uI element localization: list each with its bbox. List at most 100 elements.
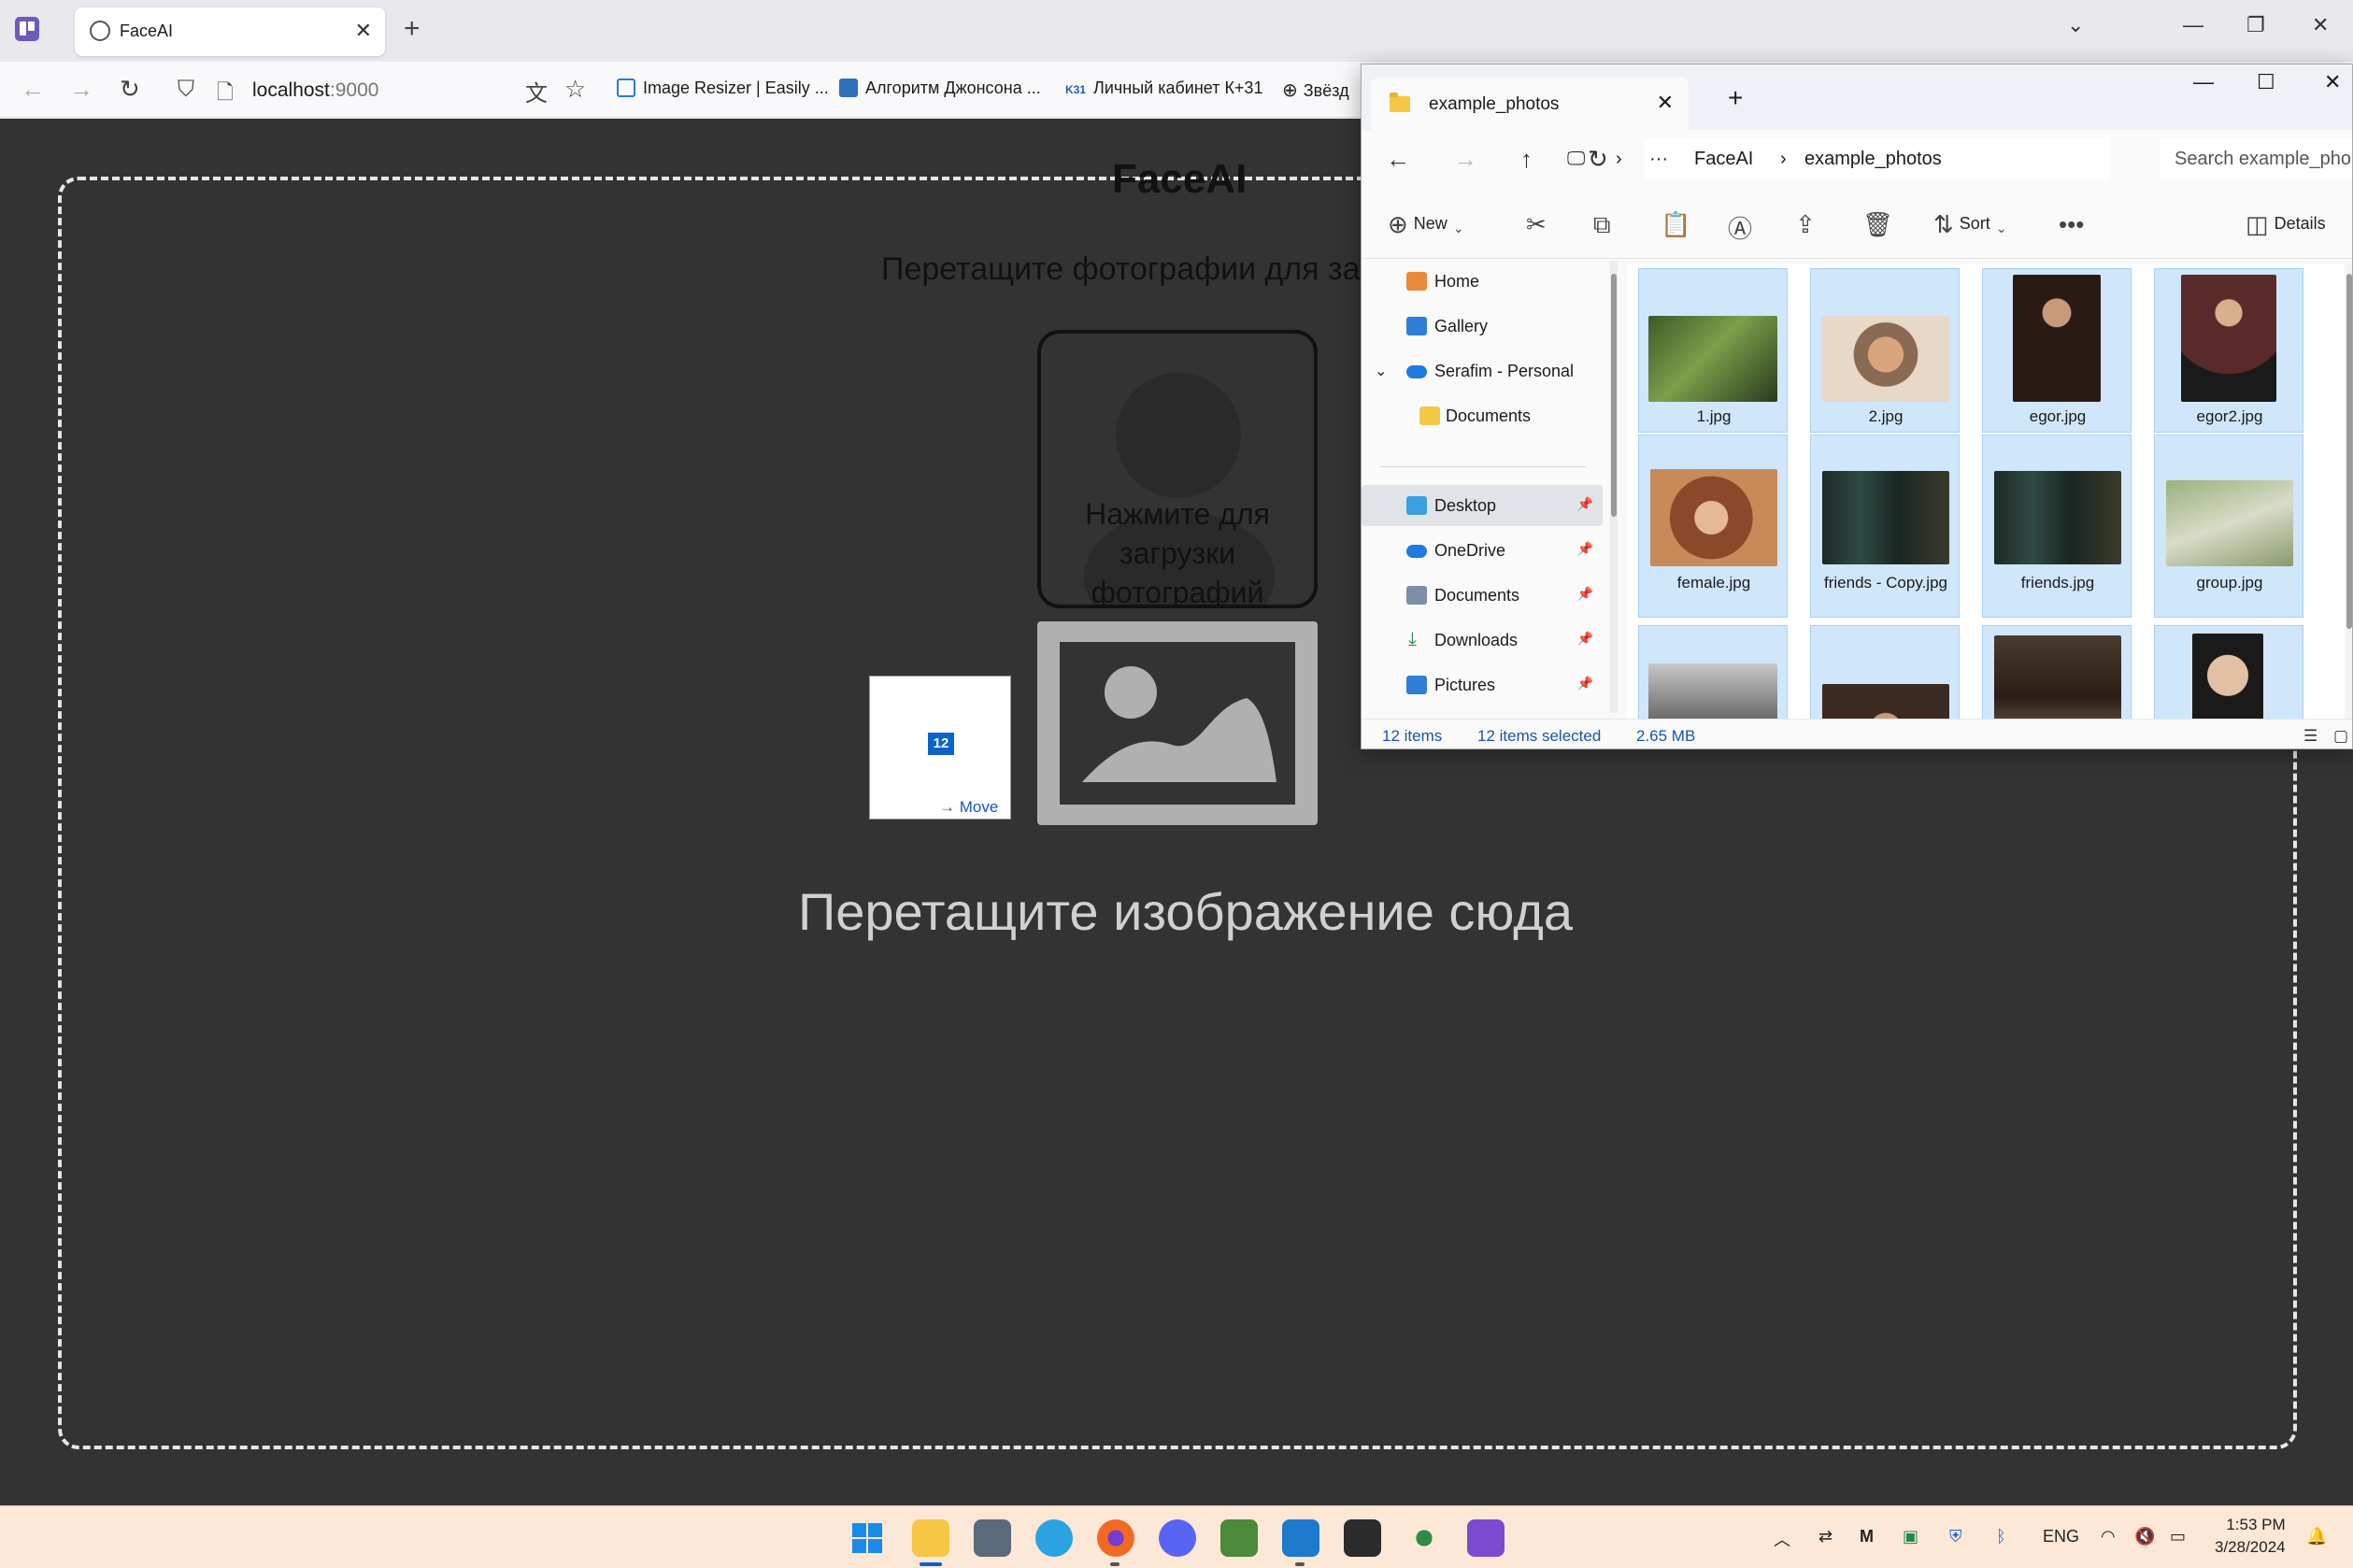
back-icon[interactable]: ← <box>1386 145 1410 174</box>
tray-app-icon[interactable]: ⇄ <box>1818 1527 1832 1547</box>
bookmark-image-resizer[interactable]: Image Resizer | Easily ... <box>617 78 829 98</box>
sidebar-item-documents-personal[interactable]: Documents <box>1362 395 1603 436</box>
file-explorer-window[interactable]: example_photos ✕ + — ☐ ✕ ← → ↑ ↻ 🖵 › ···… <box>1361 64 2353 749</box>
calculator-icon[interactable] <box>974 1519 1011 1557</box>
close-window-icon[interactable]: ✕ <box>2324 70 2341 94</box>
tab-list-chevron-icon[interactable]: ⌄ <box>2067 13 2084 37</box>
breadcrumb-example-photos[interactable]: example_photos <box>1804 149 1942 170</box>
pin-icon[interactable]: 📌 <box>1577 496 1593 512</box>
back-icon[interactable]: ← <box>21 75 45 104</box>
share-icon[interactable]: ⇪ <box>1795 210 1816 239</box>
mongodb-icon[interactable] <box>1405 1519 1443 1557</box>
sidebar-item-desktop[interactable]: Desktop 📌 <box>1362 485 1603 526</box>
bookmark-k31[interactable]: K31 Личный кабинет К+31 <box>1065 78 1262 98</box>
file-tile[interactable]: 1.jpg <box>1638 268 1788 433</box>
file-tile[interactable] <box>1810 625 1960 719</box>
minimize-icon[interactable]: — <box>2193 70 2214 94</box>
reload-icon[interactable]: ↻ <box>120 75 140 104</box>
tray-app-icon[interactable]: ▣ <box>1903 1527 1918 1547</box>
rename-icon[interactable]: Ⓐ <box>1728 210 1752 245</box>
file-tile[interactable]: egor2.jpg <box>2154 268 2303 433</box>
new-button[interactable]: ⊕ New ⌄ <box>1388 210 1464 239</box>
cut-icon[interactable]: ✂ <box>1526 210 1547 239</box>
chevron-down-icon[interactable]: ⌄ <box>1375 362 1387 380</box>
pin-icon[interactable]: 📌 <box>1577 631 1593 647</box>
sidebar-item-onedrive[interactable]: OneDrive 📌 <box>1362 530 1603 571</box>
visual-studio-icon[interactable] <box>1467 1519 1504 1557</box>
trello-icon[interactable] <box>15 17 39 41</box>
chevron-up-icon[interactable]: ︿ <box>1774 1527 1790 1551</box>
file-tile[interactable]: female.jpg <box>1638 435 1788 618</box>
bookmark-star-icon[interactable]: ☆ <box>564 75 586 104</box>
computer-icon[interactable]: 🖵 <box>1567 149 1585 170</box>
file-tile[interactable] <box>2154 625 2303 719</box>
image-editor-icon[interactable] <box>1220 1519 1258 1557</box>
close-tab-icon[interactable]: ✕ <box>1657 91 1674 115</box>
file-tile[interactable]: 2.jpg <box>1810 268 1960 433</box>
file-tile[interactable] <box>1638 625 1788 719</box>
discord-icon[interactable] <box>1159 1519 1196 1557</box>
wifi-icon[interactable]: ◠ <box>2101 1527 2116 1547</box>
file-tile[interactable]: friends.jpg <box>1982 435 2132 618</box>
bookmark-zvezd[interactable]: ⊕ Звёзд <box>1282 78 1349 102</box>
telegram-icon[interactable] <box>1035 1519 1073 1557</box>
forward-icon[interactable]: → <box>1453 145 1477 174</box>
bookmark-johnson[interactable]: Алгоритм Джонсона ... <box>839 78 1041 98</box>
new-tab-icon[interactable]: + <box>404 13 421 45</box>
details-button[interactable]: ◫ Details <box>2246 210 2326 239</box>
forward-icon[interactable]: → <box>69 75 93 104</box>
browser-tab-faceai[interactable]: FaceAI ✕ <box>75 7 385 56</box>
sidebar-scrollbar[interactable] <box>1610 261 1618 713</box>
sidebar-item-pictures[interactable]: Pictures 📌 <box>1362 664 1603 706</box>
copy-icon[interactable]: ⧉ <box>1593 210 1611 240</box>
file-tile[interactable]: friends - Copy.jpg <box>1810 435 1960 618</box>
start-icon[interactable] <box>849 1519 886 1557</box>
bluetooth-icon[interactable]: ᛒ <box>1996 1527 2006 1547</box>
security-icon[interactable]: ⛨ <box>1949 1527 1962 1547</box>
terminal-icon[interactable] <box>1344 1519 1381 1557</box>
more-options-icon[interactable]: ••• <box>2059 210 2084 239</box>
shield-icon[interactable]: ⛉ <box>178 77 194 103</box>
close-window-icon[interactable]: ✕ <box>2312 13 2329 37</box>
firefox-icon[interactable] <box>1097 1519 1134 1557</box>
explorer-tab[interactable]: example_photos ✕ <box>1371 78 1689 130</box>
pin-icon[interactable]: 📌 <box>1577 541 1593 557</box>
sidebar-item-documents[interactable]: Documents 📌 <box>1362 575 1603 616</box>
sidebar-item-serafim-personal[interactable]: ⌄ Serafim - Personal <box>1362 350 1603 392</box>
sort-button[interactable]: ⇅ Sort ⌄ <box>1933 210 2007 239</box>
up-icon[interactable]: ↑ <box>1520 145 1533 174</box>
file-tile[interactable] <box>1982 625 2132 719</box>
tray-app-icon[interactable]: M <box>1860 1527 1874 1547</box>
pin-icon[interactable]: 📌 <box>1577 586 1593 602</box>
file-tile[interactable]: group.jpg <box>2154 435 2303 618</box>
battery-icon[interactable]: ▭ <box>2170 1527 2186 1547</box>
paste-icon[interactable]: 📋 <box>1661 210 1690 239</box>
restore-icon[interactable]: ❐ <box>2246 13 2265 37</box>
notification-bell-icon[interactable]: 🔔 <box>2306 1527 2327 1547</box>
sidebar-item-gallery[interactable]: Gallery <box>1362 306 1603 347</box>
clock[interactable]: 1:53 PM 3/28/2024 <box>2215 1514 2286 1559</box>
sidebar-item-downloads[interactable]: ⤓ Downloads 📌 <box>1362 620 1603 661</box>
new-tab-icon[interactable]: + <box>1728 83 1743 113</box>
vscode-icon[interactable] <box>1282 1519 1319 1557</box>
language-indicator[interactable]: ENG <box>2043 1527 2079 1547</box>
minimize-icon[interactable]: — <box>2183 13 2203 37</box>
delete-icon[interactable]: 🗑 <box>1862 210 1893 239</box>
more-crumbs-icon[interactable]: ··· <box>1649 149 1668 170</box>
sidebar-item-home[interactable]: Home <box>1362 261 1603 302</box>
breadcrumb[interactable]: 🖵 › ··· FaceAI › example_photos <box>1567 137 2111 180</box>
breadcrumb-faceai[interactable]: FaceAI <box>1694 149 1753 170</box>
search-input[interactable]: Search example_pho <box>2160 137 2352 180</box>
maximize-icon[interactable]: ☐ <box>2257 70 2275 94</box>
file-explorer-icon[interactable] <box>912 1519 949 1557</box>
pin-icon[interactable]: 📌 <box>1577 676 1593 691</box>
refresh-icon[interactable]: ↻ <box>1588 145 1608 174</box>
file-tile[interactable]: egor.jpg <box>1982 268 2132 433</box>
tiles-view-icon[interactable]: ▢ <box>2333 727 2348 746</box>
upload-button[interactable]: Нажмите для загрузки фотографий <box>1037 330 1318 608</box>
close-tab-icon[interactable]: ✕ <box>355 19 372 43</box>
file-grid-scrollbar[interactable] <box>2345 264 2352 719</box>
translate-icon[interactable]: 文 <box>525 75 548 107</box>
list-view-icon[interactable]: ☰ <box>2303 727 2317 746</box>
volume-muted-icon[interactable]: 🔇 <box>2134 1527 2155 1547</box>
